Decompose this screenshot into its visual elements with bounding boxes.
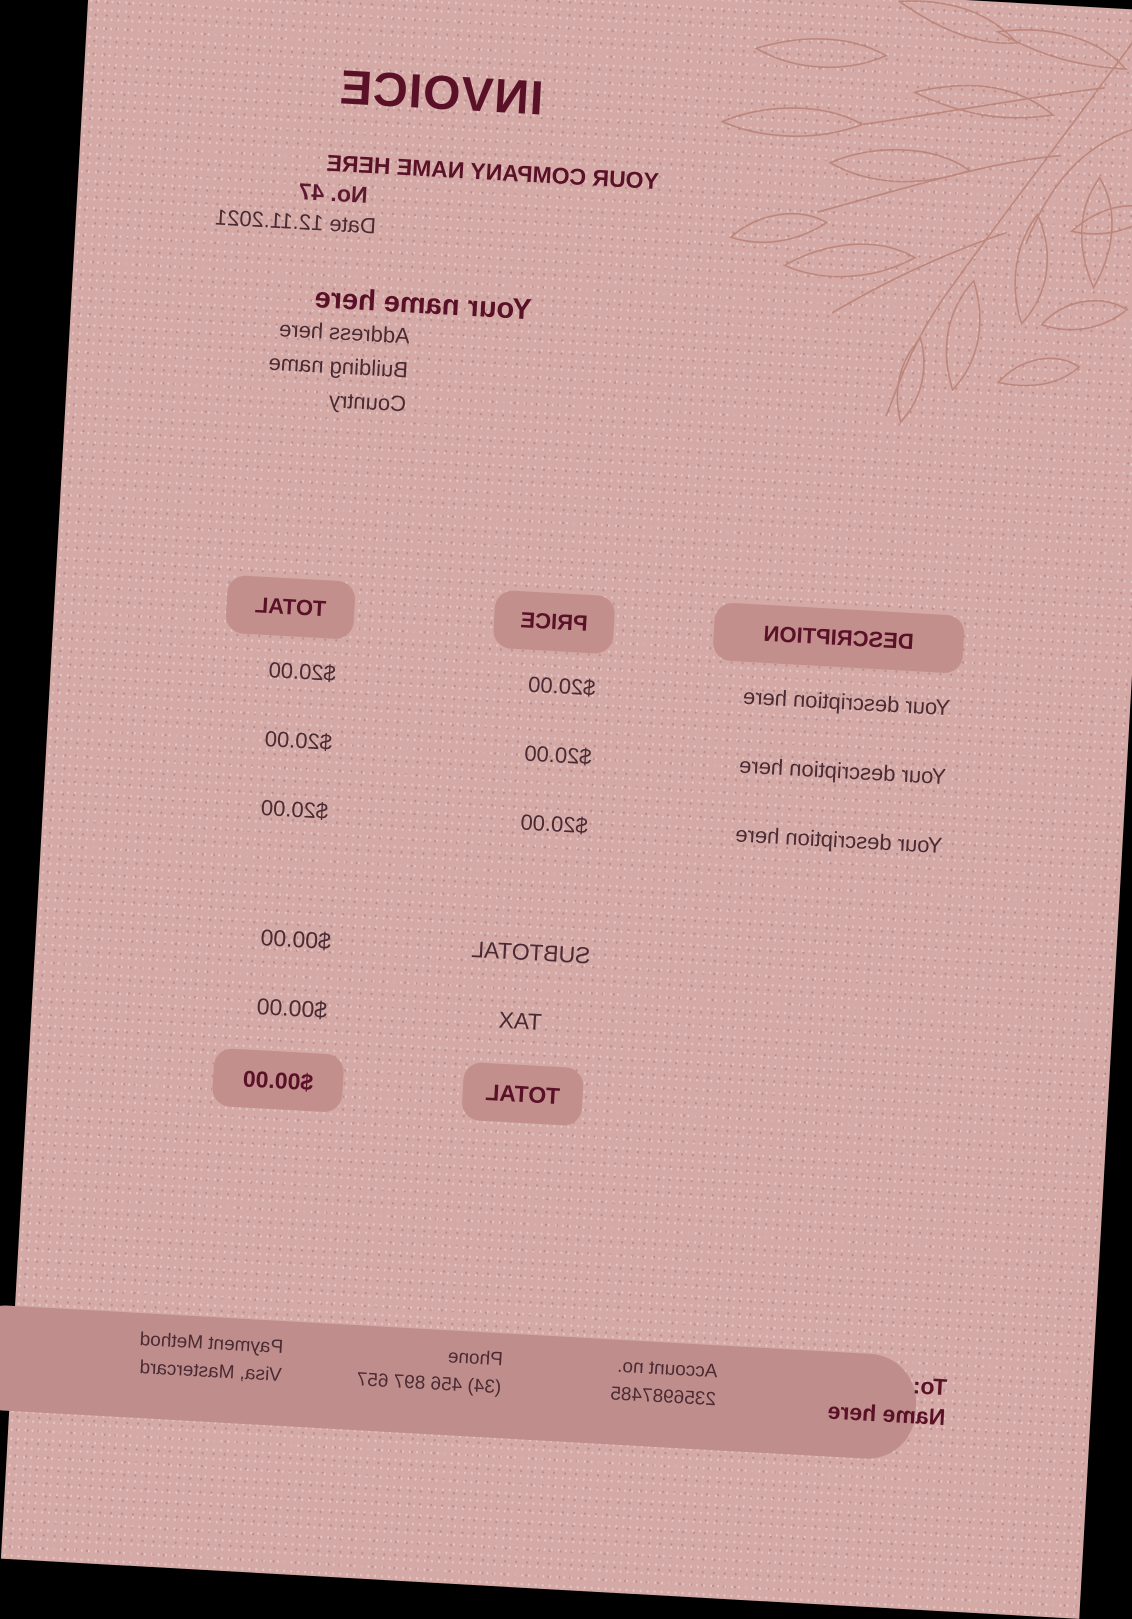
- total-label: TOTAL: [461, 1061, 585, 1127]
- invoice-paper: INVOICE YOUR COMPANY NAME HERE No. 47 Da…: [0, 0, 1132, 1619]
- subtotal-value: $00.00: [259, 924, 332, 955]
- invoice-content-mirrored: INVOICE YOUR COMPANY NAME HERE No. 47 Da…: [0, 0, 1132, 1619]
- phone-label: Phone: [447, 1346, 504, 1371]
- invoice-title: INVOICE: [337, 61, 545, 126]
- invoice-number: No. 47: [297, 178, 369, 208]
- total-value: $00.00: [211, 1047, 345, 1113]
- sender-country: Country: [328, 387, 407, 417]
- row-1-total: $20.00: [267, 657, 337, 686]
- to-label: To:: [912, 1372, 948, 1401]
- tax-label: TAX: [498, 1006, 543, 1035]
- row-1-price: $20.00: [527, 671, 597, 701]
- header-total: TOTAL: [224, 574, 356, 640]
- row-2-total: $20.00: [264, 726, 333, 755]
- row-3-total: $20.00: [260, 794, 329, 824]
- tax-value: $00.00: [256, 993, 328, 1023]
- row-3-price: $20.00: [519, 809, 589, 839]
- row-2-price: $20.00: [523, 740, 593, 770]
- header-price: PRICE: [492, 589, 616, 655]
